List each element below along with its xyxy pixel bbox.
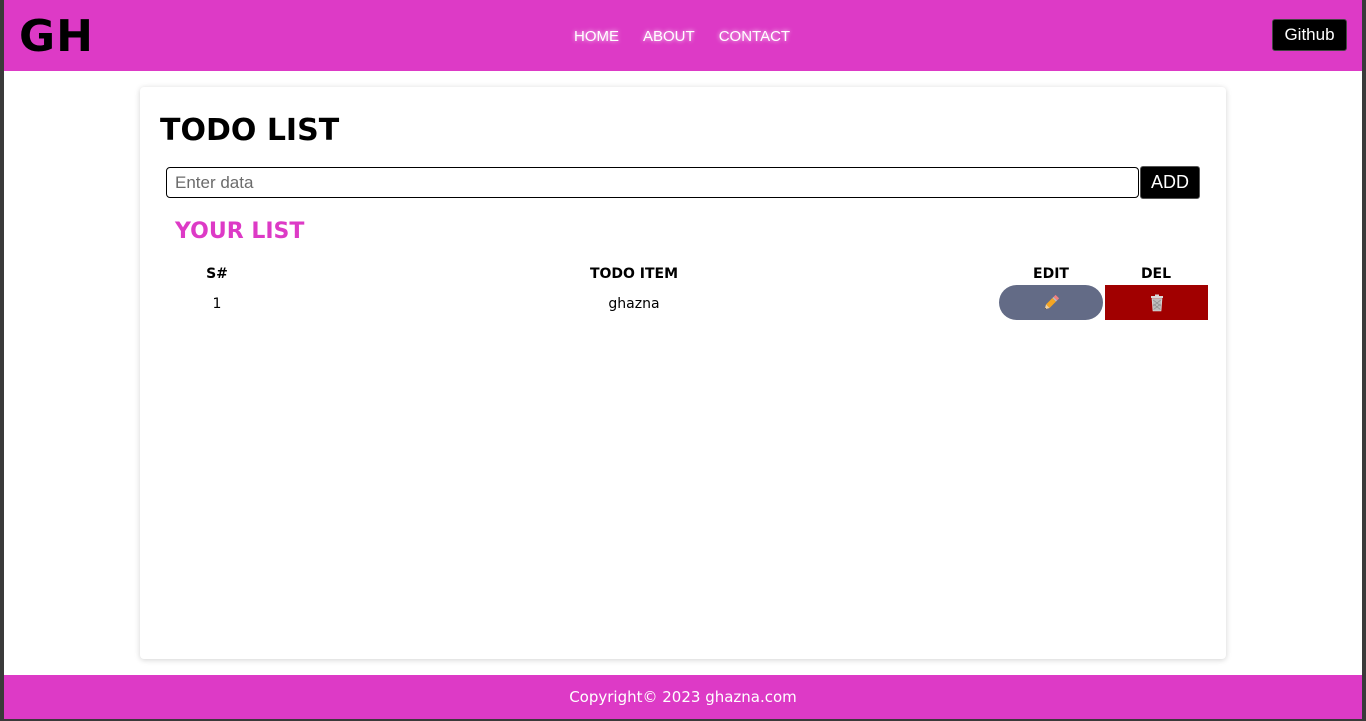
- delete-button[interactable]: [1105, 285, 1208, 320]
- list-title: YOUR LIST: [175, 219, 305, 244]
- header-edit: EDIT: [1033, 266, 1069, 282]
- header-todo-item: TODO ITEM: [589, 266, 679, 282]
- nav-link-contact[interactable]: CONTACT: [719, 26, 790, 48]
- row-serial: 1: [212, 296, 222, 312]
- row-todo-item: ghazna: [608, 296, 660, 312]
- github-button[interactable]: Github: [1272, 19, 1347, 51]
- footer: Copyright© 2023 ghazna.com: [4, 675, 1362, 719]
- footer-copyright: Copyright© 2023 ghazna.com: [569, 688, 797, 706]
- page-title: TODO LIST: [160, 113, 340, 148]
- todo-card: TODO LIST ADD YOUR LIST S# TODO ITEM EDI…: [140, 87, 1226, 659]
- navbar: GH HOME ABOUT CONTACT Github: [4, 0, 1362, 71]
- todo-input[interactable]: [166, 167, 1139, 198]
- pencil-icon: [1044, 294, 1060, 309]
- add-button[interactable]: ADD: [1140, 166, 1200, 199]
- nav-link-home[interactable]: HOME: [574, 26, 619, 48]
- header-serial: S#: [206, 266, 228, 282]
- edit-button[interactable]: [999, 285, 1103, 320]
- header-del: DEL: [1140, 266, 1172, 282]
- app-frame: GH HOME ABOUT CONTACT Github TODO LIST A…: [4, 0, 1362, 719]
- logo[interactable]: GH: [19, 9, 94, 65]
- nav-links: HOME ABOUT CONTACT: [574, 26, 814, 48]
- trash-icon: [1150, 294, 1163, 311]
- nav-link-about[interactable]: ABOUT: [643, 26, 695, 48]
